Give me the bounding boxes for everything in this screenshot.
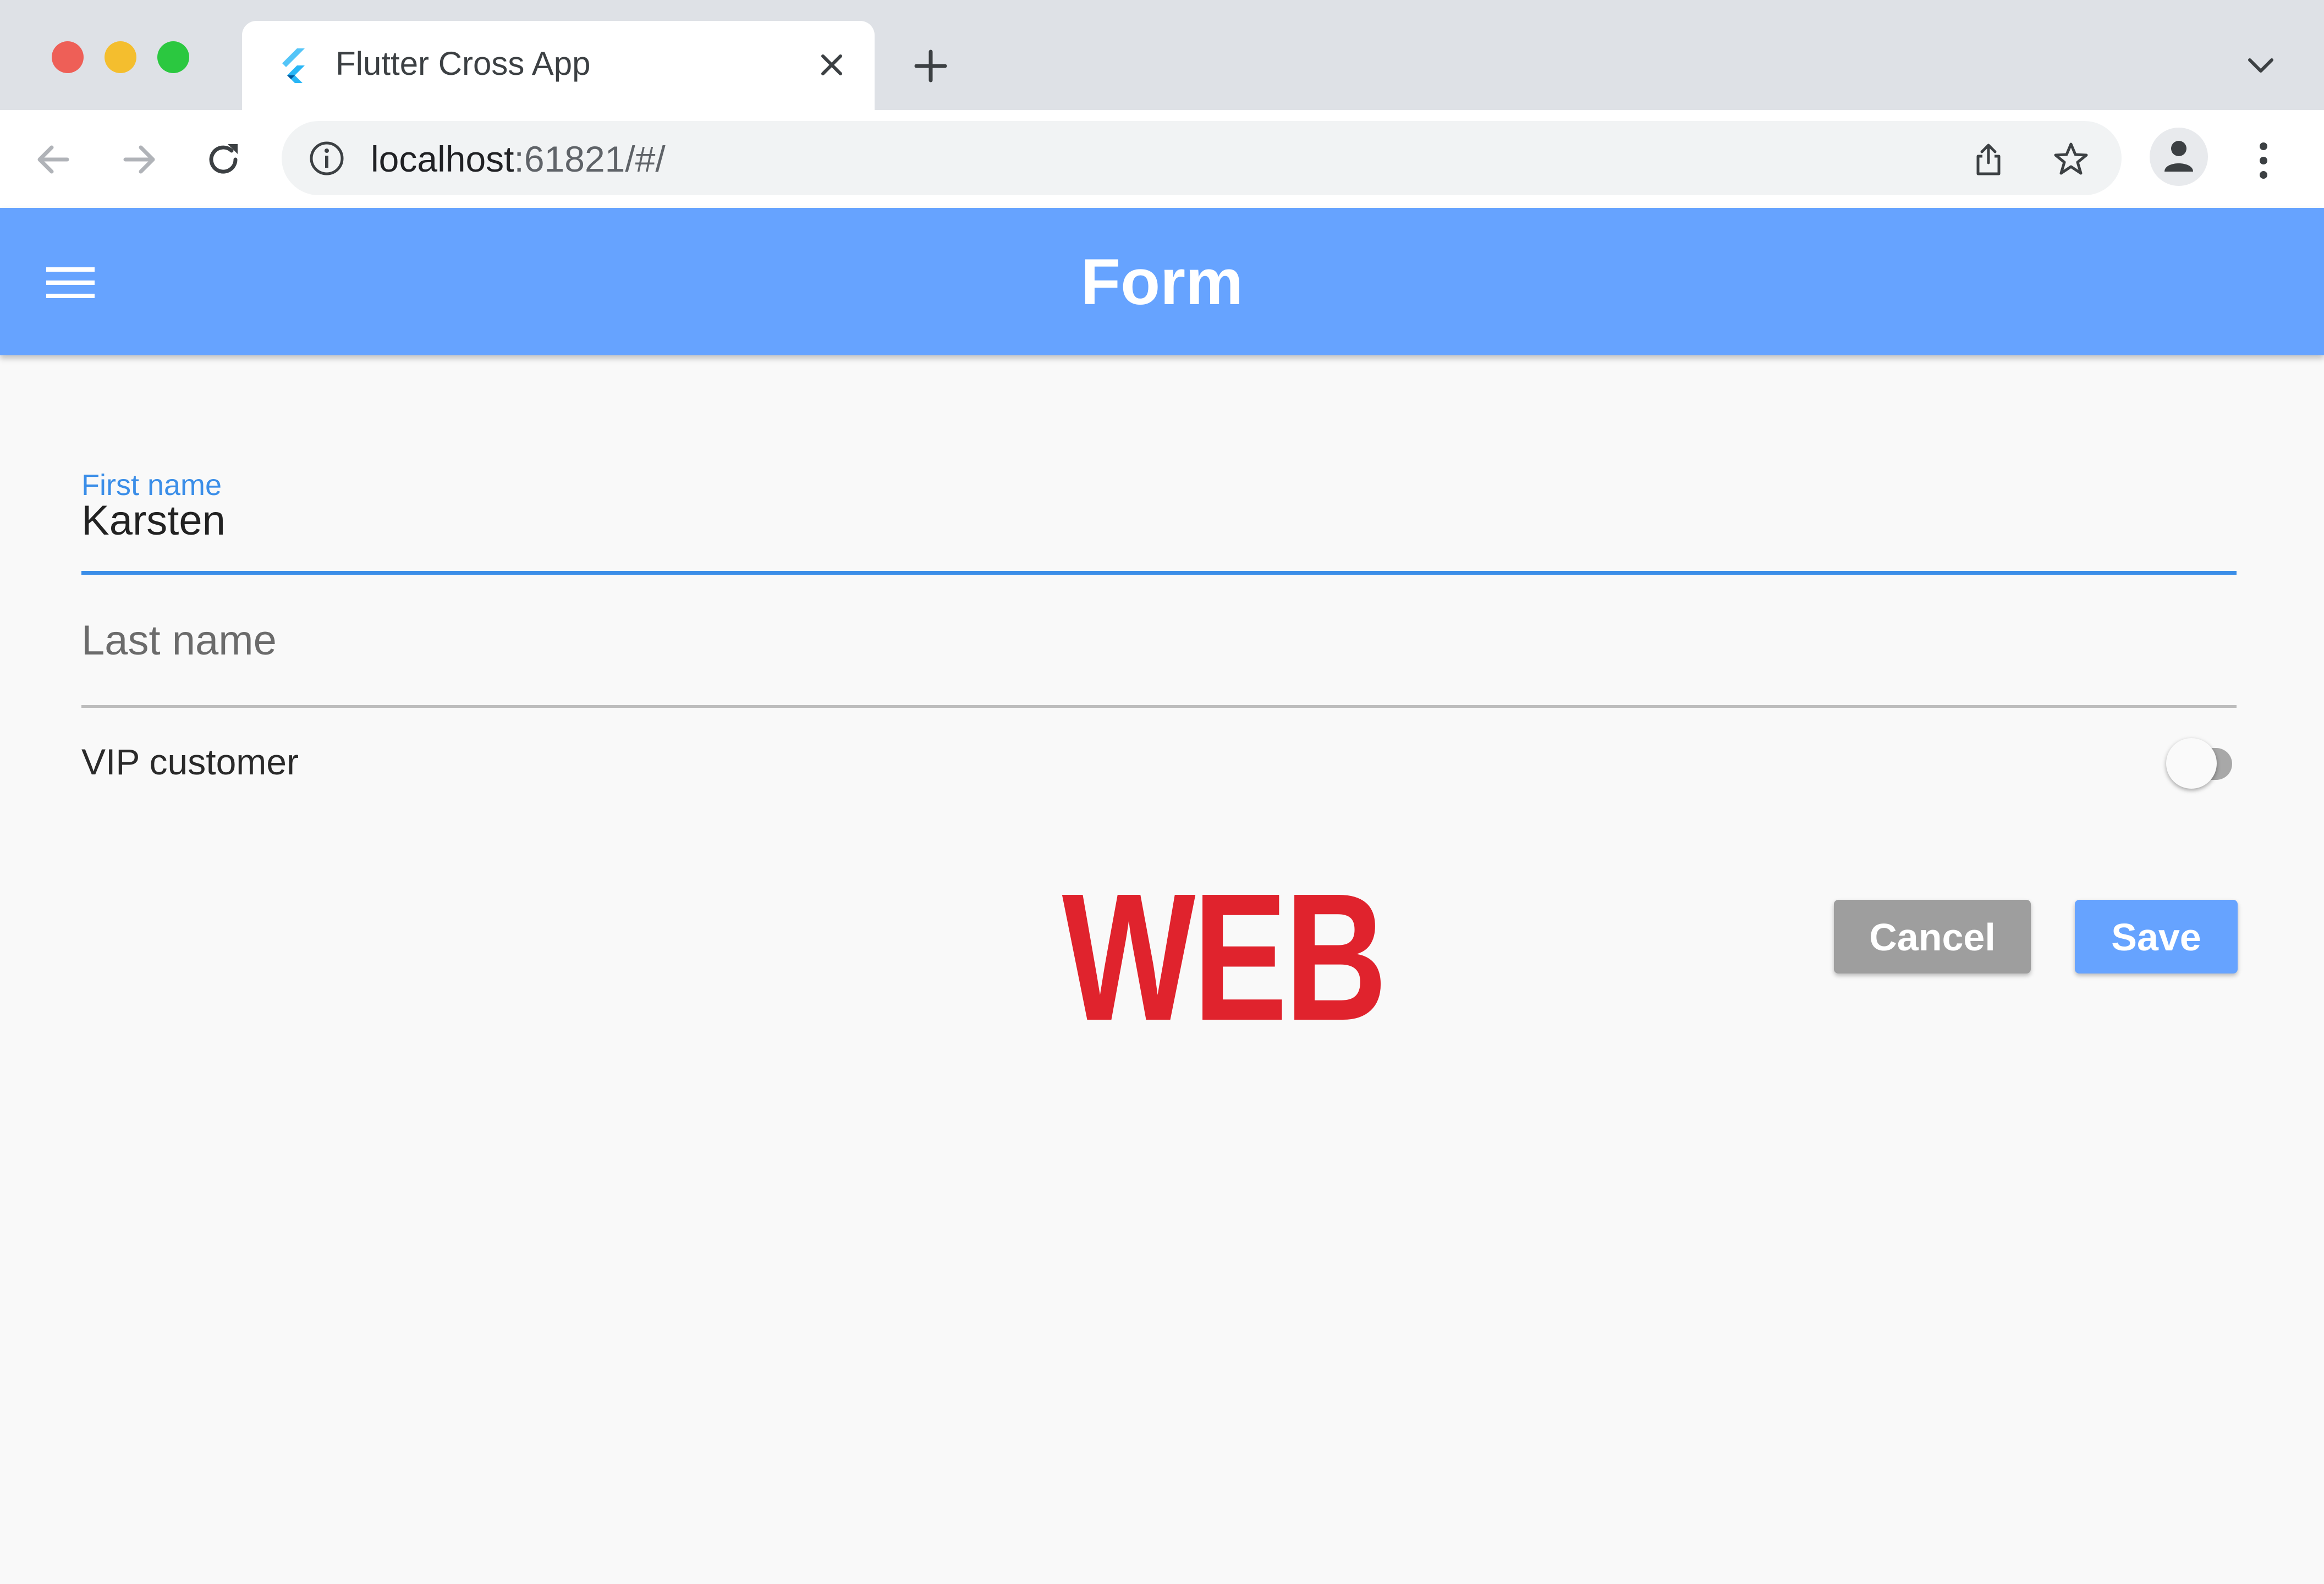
new-tab-icon[interactable] — [913, 48, 948, 84]
back-arrow-icon[interactable] — [33, 139, 75, 180]
vip-customer-row[interactable]: VIP customer — [81, 737, 2237, 789]
browser-window: Flutter Cross App localhost:61821/#/ For… — [0, 0, 2324, 1584]
person-icon — [2164, 141, 2193, 172]
first-name-underline — [81, 571, 2237, 575]
last-name-field[interactable]: Last name — [81, 616, 2237, 715]
close-tab-icon[interactable] — [815, 48, 848, 81]
tab-strip: Flutter Cross App — [0, 0, 2324, 110]
cancel-button[interactable]: Cancel — [1834, 900, 2031, 974]
minimize-window-button[interactable] — [105, 41, 136, 73]
more-vert-icon[interactable] — [2247, 139, 2280, 183]
url-path: :61821/#/ — [514, 139, 666, 179]
tab-title: Flutter Cross App — [336, 45, 591, 82]
app-bar: Form — [0, 208, 2324, 355]
forward-arrow-icon[interactable] — [118, 139, 160, 180]
reload-icon[interactable] — [202, 139, 244, 180]
site-info-icon[interactable] — [308, 140, 345, 177]
url-host: localhost — [371, 139, 514, 179]
share-icon[interactable] — [1970, 141, 2007, 177]
url-text[interactable]: localhost:61821/#/ — [371, 138, 666, 180]
last-name-underline — [81, 705, 2237, 708]
flutter-logo-icon — [282, 48, 305, 83]
vip-customer-label: VIP customer — [81, 741, 299, 782]
browser-tab[interactable]: Flutter Cross App — [242, 21, 875, 110]
close-window-button[interactable] — [52, 41, 84, 73]
browser-toolbar: localhost:61821/#/ — [0, 110, 2324, 208]
profile-avatar[interactable] — [2150, 128, 2208, 186]
chevron-down-icon[interactable] — [2244, 52, 2277, 80]
bookmark-star-icon[interactable] — [2053, 141, 2089, 177]
address-bar[interactable]: localhost:61821/#/ — [282, 121, 2122, 195]
maximize-window-button[interactable] — [157, 41, 189, 73]
save-button[interactable]: Save — [2075, 900, 2238, 974]
last-name-input[interactable]: Last name — [81, 616, 277, 666]
platform-watermark: WEB — [1062, 855, 1387, 1058]
vip-switch-thumb[interactable] — [2166, 738, 2217, 789]
page-title: Form — [1081, 246, 1243, 318]
first-name-field[interactable]: First name Karsten — [81, 468, 2237, 578]
first-name-input[interactable]: Karsten — [81, 496, 226, 546]
